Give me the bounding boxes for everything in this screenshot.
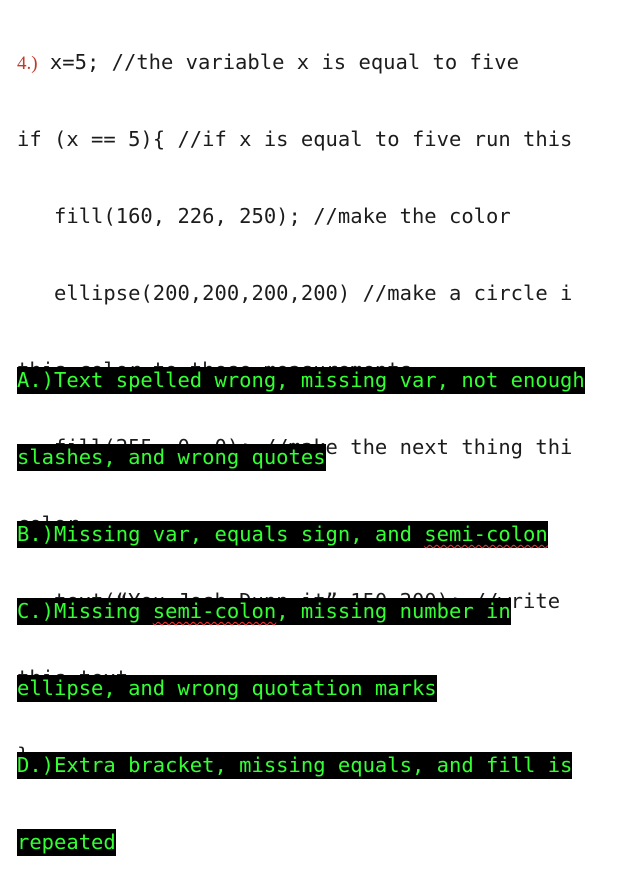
answer-c-line-1[interactable]: C.)Missing semi-colon, missing number in (17, 597, 624, 626)
answer-b-line-1[interactable]: B.)Missing var, equals sign, and semi-co… (17, 520, 624, 549)
answer-b-prefix: B.)Missing var, equals sign, and (17, 522, 425, 546)
code-line-1: 4.) x=5; //the variable x is equal to fi… (17, 48, 617, 77)
answer-c-text-1: C.)Missing semi-colon, missing number in (17, 598, 511, 625)
answer-d-text-1: D.)Extra bracket, missing equals, and fi… (17, 752, 573, 779)
answer-a-text-1: A.)Text spelled wrong, missing var, not … (17, 367, 585, 394)
answer-c-misspelled-word: semi-colon (152, 599, 277, 623)
answer-a-text-2: slashes, and wrong quotes (17, 444, 326, 471)
answer-b-text: B.)Missing var, equals sign, and semi-co… (17, 521, 548, 548)
answer-a-line-1[interactable]: A.)Text spelled wrong, missing var, not … (17, 366, 624, 395)
answer-c-prefix: C.)Missing (17, 599, 153, 623)
answer-d-line-2[interactable]: repeated (17, 828, 624, 857)
answer-b-misspelled-word: semi-colon (424, 522, 548, 546)
answer-d-line-1[interactable]: D.)Extra bracket, missing equals, and fi… (17, 751, 624, 780)
code-line-4: ellipse(200,200,200,200) //make a circle… (17, 281, 573, 305)
code-line-1-text: x=5; //the variable x is equal to five (37, 50, 519, 74)
code-line-3: fill(160, 226, 250); //make the color (17, 204, 511, 228)
answer-choices: A.)Text spelled wrong, missing var, not … (17, 318, 624, 881)
code-line-2: if (x == 5){ //if x is equal to five run… (17, 127, 573, 151)
answer-a-line-2[interactable]: slashes, and wrong quotes (17, 443, 624, 472)
answer-d-text-2: repeated (17, 829, 116, 856)
answer-c-suffix: , missing number in (276, 599, 511, 623)
answer-c-line-2[interactable]: ellipse, and wrong quotation marks (17, 674, 624, 703)
answer-c-text-2: ellipse, and wrong quotation marks (17, 675, 437, 702)
question-number: 4.) (17, 53, 38, 74)
